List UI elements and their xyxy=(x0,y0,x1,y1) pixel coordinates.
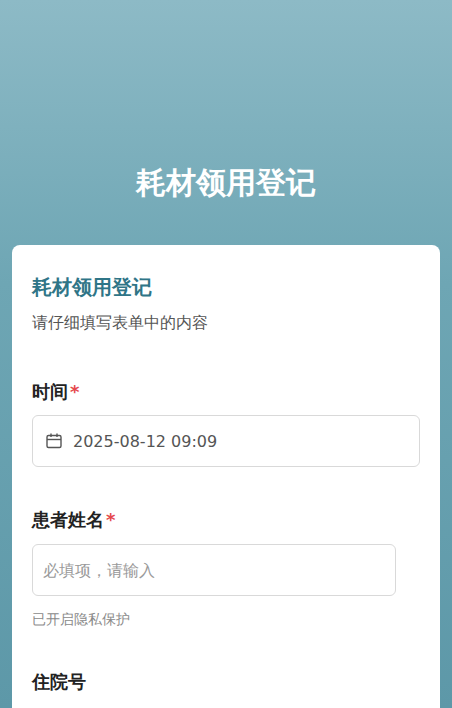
required-mark: * xyxy=(70,381,79,402)
page-title: 耗材领用登记 xyxy=(136,163,316,203)
field-label: 患者姓名* xyxy=(32,507,115,533)
form-field: 住院号 xyxy=(32,669,420,695)
header-banner: 耗材领用登记 xyxy=(0,0,452,245)
datetime-input[interactable]: 2025-08-12 09:09 xyxy=(32,415,420,467)
required-mark: * xyxy=(106,509,115,530)
calendar-icon xyxy=(45,432,63,450)
field-hint: 已开启隐私保护 xyxy=(32,609,130,629)
field-label: 住院号 xyxy=(32,669,86,695)
field-label: 时间* xyxy=(32,379,79,405)
form-card: 耗材领用登记请仔细填写表单中的内容时间* 2025-08-12 09:09 患者姓名… xyxy=(12,245,440,708)
form-title: 耗材领用登记 xyxy=(32,273,420,301)
form-field: 患者姓名* 已开启隐私保护 xyxy=(32,507,420,629)
page: 耗材领用登记耗材领用登记请仔细填写表单中的内容时间*2025-08-12 09:… xyxy=(0,0,452,708)
form-description: 请仔细填写表单中的内容 xyxy=(32,311,420,335)
form-field: 时间* 2025-08-12 09:09 xyxy=(32,379,420,467)
text-input[interactable] xyxy=(32,544,396,596)
datetime-value: 2025-08-12 09:09 xyxy=(73,432,217,451)
